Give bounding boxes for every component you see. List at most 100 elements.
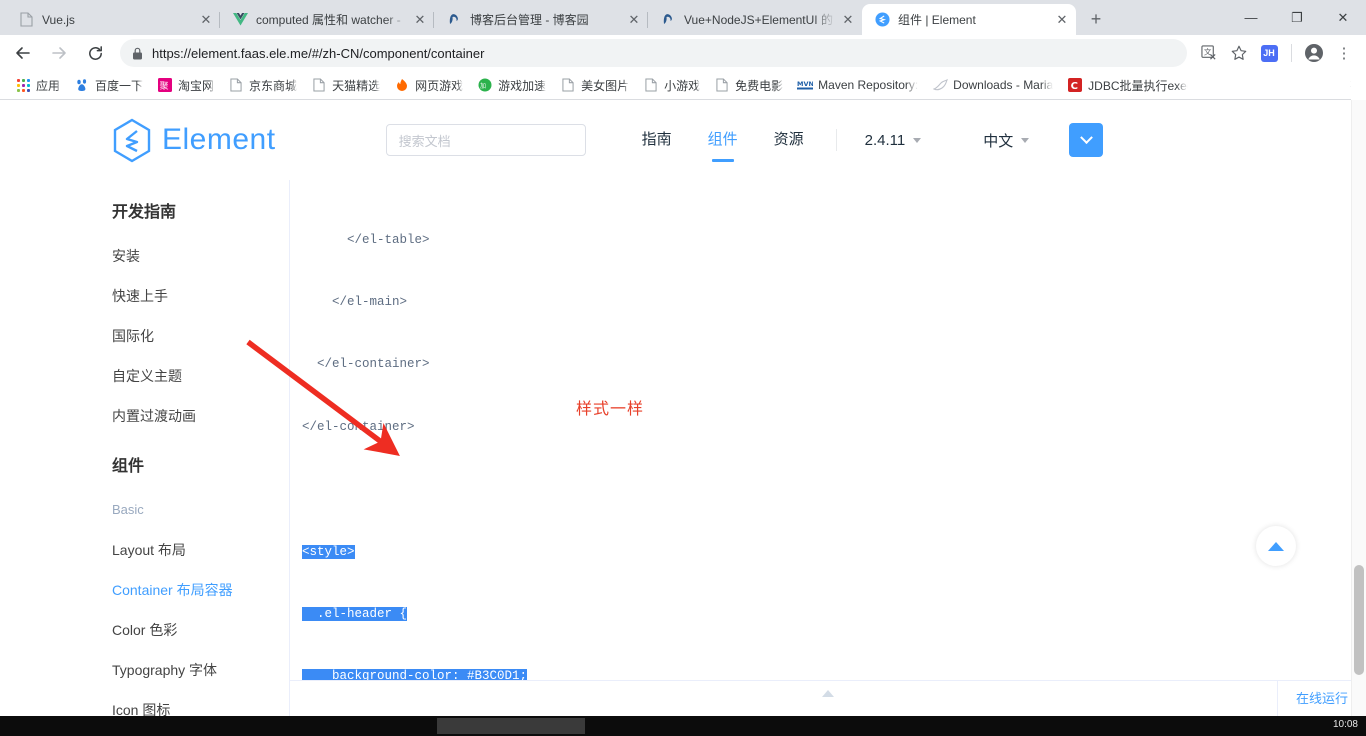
page-icon (560, 77, 576, 93)
page-icon (18, 12, 34, 28)
code-line-selected: background-color: #B3C0D1; (302, 669, 528, 680)
bookmark-label: 京东商城 (249, 78, 298, 93)
taskbar-active-window[interactable] (437, 718, 585, 734)
bookmark-webgame[interactable]: 网页游戏 (387, 74, 470, 97)
bookmark-freemovies[interactable]: 免费电影 (707, 74, 790, 97)
sidebar-item-typography[interactable]: Typography 字体 (112, 650, 289, 690)
sidebar-subgroup-basic: Basic (112, 502, 144, 517)
element-logo-text: Element (162, 123, 276, 156)
lock-icon (132, 47, 143, 60)
close-icon[interactable]: ✕ (1054, 12, 1070, 28)
bookmark-jdbc[interactable]: C JDBC批量执行execu (1060, 74, 1195, 97)
page-icon (643, 77, 659, 93)
page-icon (228, 77, 244, 93)
page-icon (714, 77, 730, 93)
minimize-icon[interactable]: — (1228, 0, 1274, 35)
code-line: </el-container> (302, 417, 1366, 438)
sidebar-item-install[interactable]: 安装 (112, 236, 289, 276)
page-icon (311, 77, 327, 93)
bookmarks-bar: 应用 百度一下 聚 淘宝网 京东商城 天猫精选 网页游戏 加 游戏加速 美女图片… (0, 71, 1366, 100)
address-bar-url: https://element.faas.ele.me/#/zh-CN/comp… (152, 45, 485, 61)
code-line: </el-container> (302, 357, 430, 372)
bookmark-jd[interactable]: 京东商城 (221, 74, 304, 97)
bookmark-star-icon[interactable] (1225, 39, 1253, 67)
browser-tab-3[interactable]: 博客后台管理 - 博客园 ✕ (434, 4, 648, 35)
profile-avatar-icon[interactable] (1300, 39, 1328, 67)
bookmark-label: 免费电影 (735, 78, 784, 93)
bookmark-label: 游戏加速 (498, 78, 547, 93)
scrollbar-corner (1351, 35, 1366, 100)
taskbar-clock: 10:08 (1332, 719, 1358, 730)
reload-icon[interactable] (80, 38, 110, 68)
code-footer: 在线运行 (290, 680, 1366, 716)
version-selector[interactable]: 2.4.11 (851, 132, 936, 149)
bookmark-photos[interactable]: 美女图片 (553, 74, 636, 97)
vue-icon (232, 12, 248, 28)
site-header: Element 搜索文档 指南 组件 资源 2.4.11 中文 (0, 100, 1366, 180)
bookmark-label: Downloads - Maria (953, 78, 1054, 92)
site-body: 开发指南 安装 快速上手 国际化 自定义主题 内置过渡动画 组件 Basic L… (0, 180, 1366, 716)
close-icon[interactable]: ✕ (412, 12, 428, 28)
window-close-icon[interactable]: ✕ (1320, 0, 1366, 35)
browser-tab-4[interactable]: Vue+NodeJS+ElementUI 的 ✕ (648, 4, 862, 35)
scrollbar-thumb[interactable] (1354, 565, 1364, 675)
close-icon[interactable]: ✕ (840, 12, 856, 28)
bookmark-apps[interactable]: 应用 (8, 74, 67, 97)
tab-title: computed 属性和 watcher - (256, 13, 401, 27)
annotation-text: 样式一样 (576, 401, 645, 418)
caret-up-icon[interactable] (822, 690, 834, 697)
search-input[interactable]: 搜索文档 (385, 124, 586, 156)
bookmark-taobao[interactable]: 聚 淘宝网 (150, 74, 221, 97)
bookmark-gamespeed[interactable]: 加 游戏加速 (470, 74, 553, 97)
bookmark-label: 百度一下 (95, 78, 144, 93)
sidebar-item-quickstart[interactable]: 快速上手 (112, 276, 289, 316)
bookmark-tmall[interactable]: 天猫精选 (304, 74, 387, 97)
close-icon[interactable]: ✕ (198, 12, 214, 28)
bookmark-mariadb[interactable]: Downloads - Maria (925, 74, 1060, 96)
browser-window: Vue.js ✕ computed 属性和 watcher - ✕ 博客后台管理… (0, 0, 1366, 736)
sidebar-item-icon[interactable]: Icon 图标 (112, 690, 289, 716)
bookmark-label: 淘宝网 (178, 78, 215, 93)
bookmark-minigames[interactable]: 小游戏 (636, 74, 707, 97)
sidebar-item-layout[interactable]: Layout 布局 (112, 530, 289, 570)
browser-tab-2[interactable]: computed 属性和 watcher - ✕ (220, 4, 434, 35)
forward-icon[interactable] (44, 38, 74, 68)
baidu-icon (74, 77, 90, 93)
address-bar[interactable]: https://element.faas.ele.me/#/zh-CN/comp… (120, 39, 1187, 67)
cnblogs-icon (446, 12, 462, 28)
toolbar-divider (1291, 44, 1292, 62)
back-to-top-button[interactable] (1256, 526, 1296, 566)
page-scrollbar[interactable] (1351, 100, 1366, 716)
code-line: </el-table> (302, 232, 430, 247)
browser-tab-1[interactable]: Vue.js ✕ (6, 4, 220, 35)
mariadb-icon (932, 77, 948, 93)
bookmark-maven[interactable]: MVN Maven Repository: (790, 74, 925, 96)
sidebar-item-color[interactable]: Color 色彩 (112, 610, 289, 650)
sidebar-item-container[interactable]: Container 布局容器 (112, 570, 289, 610)
language-selector[interactable]: 中文 (969, 130, 1043, 151)
back-icon[interactable] (8, 38, 38, 68)
bookmark-label: 美女图片 (581, 78, 630, 93)
translate-icon[interactable]: 文 (1195, 39, 1223, 67)
element-logo[interactable]: Element (112, 118, 276, 163)
code-block[interactable]: </el-table> </el-main> </el-container> <… (290, 180, 1366, 680)
code-line: </el-main> (302, 294, 408, 309)
extension-jh-icon[interactable]: JH (1255, 39, 1283, 67)
code-line-selected: .el-header { (302, 606, 408, 621)
nav-item-guide[interactable]: 指南 (624, 100, 690, 180)
nav-item-components[interactable]: 组件 (690, 100, 756, 180)
browser-tab-5-active[interactable]: 组件 | Element ✕ (862, 4, 1076, 35)
collapse-button[interactable] (1069, 123, 1104, 157)
svg-text:聚: 聚 (160, 81, 169, 92)
close-icon[interactable]: ✕ (626, 12, 642, 28)
tab-title: Vue+NodeJS+ElementUI 的 (684, 13, 833, 27)
sidebar-group-title-guide: 开发指南 (112, 204, 177, 221)
bookmark-label: Maven Repository: (818, 78, 919, 92)
bookmark-baidu[interactable]: 百度一下 (67, 74, 150, 97)
browser-toolbar: https://element.faas.ele.me/#/zh-CN/comp… (0, 35, 1366, 71)
nav-item-resources[interactable]: 资源 (756, 100, 822, 180)
maximize-icon[interactable]: ❐ (1274, 0, 1320, 35)
os-taskbar: 10:08 (0, 716, 1366, 736)
new-tab-button[interactable]: + (1082, 5, 1110, 33)
green-circle-icon: 加 (477, 77, 493, 93)
